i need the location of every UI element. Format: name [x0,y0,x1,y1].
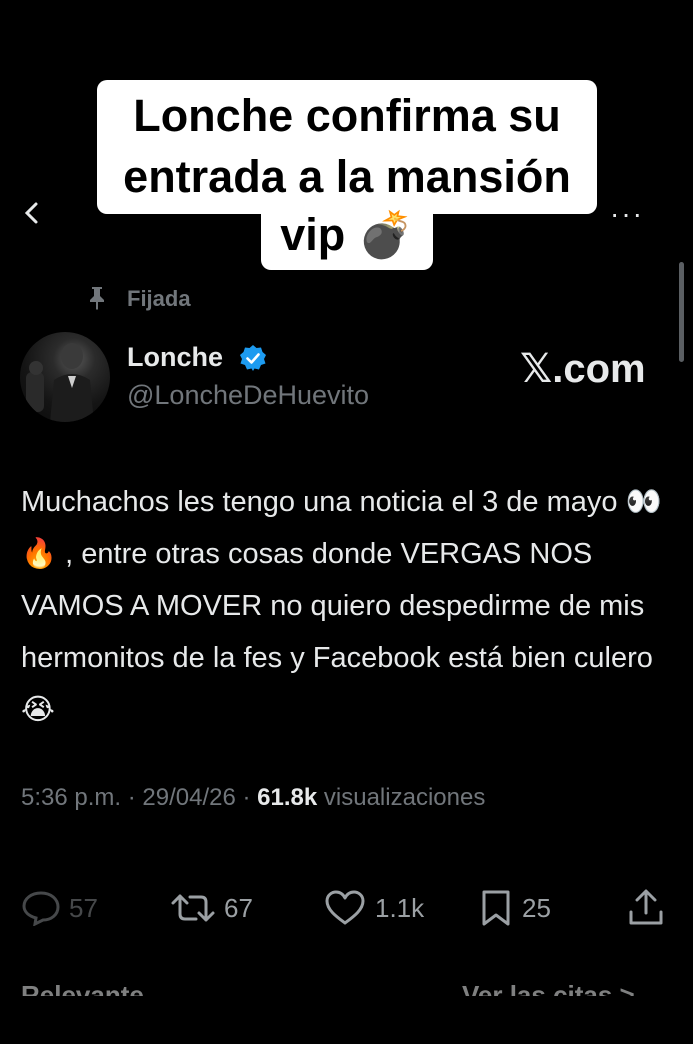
tweet-time: 5:36 p.m. [21,784,122,811]
share-button[interactable] [626,888,674,928]
repost-count: 67 [224,892,253,923]
caption-line-1: Lonche confirma su [97,80,597,152]
source-watermark: 𝕏.com [520,347,646,391]
tweet-text: Muchachos les tengo una noticia el 3 de … [21,486,662,726]
bookmark-icon [482,890,510,926]
reply-icon [22,891,60,926]
more-options-icon[interactable]: ··· [610,198,644,230]
bottom-fade [0,996,693,1044]
repost-icon [171,894,215,922]
reply-button[interactable]: 57 [21,888,98,928]
scrollbar[interactable] [679,262,684,362]
views-label: visualizaciones [323,784,486,811]
verified-badge-icon [240,345,266,371]
avatar-image [26,343,94,422]
reply-count: 57 [69,892,98,923]
tweet-date: 29/04/26 [142,784,236,811]
avatar[interactable] [20,332,110,422]
caption-line-3: vip 💣 [261,206,433,270]
pin-icon [90,287,104,310]
bookmark-button[interactable]: 25 [478,888,551,928]
bookmark-count: 25 [522,892,551,923]
share-icon [629,889,663,925]
author-name[interactable]: Lonche [127,342,223,373]
caption-line-2: entrada a la mansión [97,146,597,214]
like-button[interactable]: 1.1k [323,888,424,928]
meta-separator: · [127,784,136,811]
pinned-label: Fijada [127,286,191,311]
repost-button[interactable]: 67 [170,888,253,928]
views-count[interactable]: 61.8k [257,784,317,811]
like-count: 1.1k [375,892,425,923]
meta-separator: · [242,784,251,811]
heart-icon [325,890,365,925]
author-handle[interactable]: @LoncheDeHuevito [127,380,369,411]
back-arrow-icon[interactable] [22,200,48,226]
tweet-meta: 5:36 p.m. · 29/04/26 · 61.8k visualizaci… [21,784,485,812]
